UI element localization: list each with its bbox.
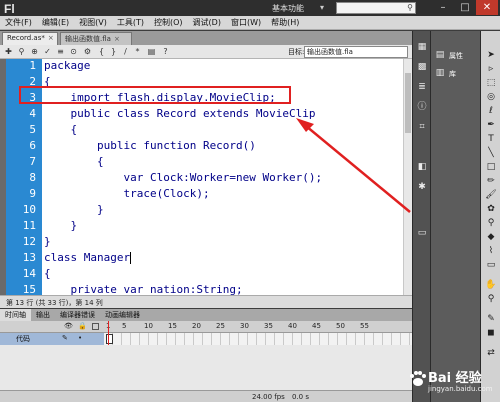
pencil-tool-icon[interactable]: ✏ — [484, 175, 498, 187]
fill-color-icon[interactable]: ◼ — [484, 327, 498, 339]
library-label[interactable]: 库 — [449, 69, 456, 79]
swap-colors-icon[interactable]: ⇄ — [484, 347, 498, 359]
timeline-tabs: 时间轴 输出 编译器错误 动画编辑器 — [0, 309, 412, 321]
components-icon[interactable]: ◧ — [415, 161, 429, 173]
brush-tool-icon[interactable]: 🖌 — [484, 189, 498, 201]
motion-presets-icon[interactable]: ✱ — [415, 181, 429, 193]
transform-icon[interactable]: ⌗ — [415, 121, 429, 133]
selection-tool-icon[interactable]: ➤ — [484, 49, 498, 61]
playhead[interactable] — [108, 321, 109, 347]
frame-number: 45 — [312, 322, 321, 330]
free-transform-tool-icon[interactable]: ⬚ — [484, 77, 498, 89]
bone-tool-icon[interactable]: ⚲ — [484, 217, 498, 229]
deco-tool-icon[interactable]: ✿ — [484, 203, 498, 215]
zoom-tool-icon[interactable]: ⚲ — [484, 293, 498, 305]
align-icon[interactable]: ≣ — [415, 81, 429, 93]
collapsed-panels: ▦ ▩ ≣ ⓘ ⌗ ◧ ✱ ▭ — [412, 31, 430, 402]
frame-number: 55 — [360, 322, 369, 330]
subselection-tool-icon[interactable]: ▹ — [484, 63, 498, 75]
properties-icon[interactable]: ▤ — [433, 49, 447, 61]
dot-icon[interactable]: • — [78, 334, 82, 342]
frame-number: 40 — [288, 322, 297, 330]
tab-output[interactable]: 输出 — [31, 309, 55, 321]
lasso-tool-icon[interactable]: ℓ — [484, 105, 498, 117]
outline-icon[interactable] — [92, 323, 99, 330]
hand-tool-icon[interactable]: ✋ — [484, 279, 498, 291]
frame-number: 10 — [144, 322, 153, 330]
project-icon[interactable]: ▭ — [415, 227, 429, 239]
pencil-icon: ✎ — [62, 334, 68, 342]
properties-library-dock: ▤ 属性 ▥ 库 — [430, 31, 480, 402]
frame-number: 30 — [240, 322, 249, 330]
info-icon[interactable]: ⓘ — [415, 101, 429, 113]
baidu-watermark: Bai 经验 jingyan.baidu.com — [406, 365, 498, 399]
timeline-empty-area — [0, 345, 412, 390]
tab-motion-editor[interactable]: 动画编辑器 — [100, 309, 145, 321]
eraser-tool-icon[interactable]: ▭ — [484, 259, 498, 271]
tools-panel: ➤ ▹ ⬚ ◎ ℓ ✒ T ╲ □ ✏ 🖌 ✿ ⚲ ◆ ⌇ ▭ ✋ ⚲ ✎ ◼ … — [480, 31, 500, 402]
layer-name: 代码 — [16, 335, 30, 343]
cursor-position: 第 13 行 (共 33 行)，第 14 列 — [6, 299, 103, 307]
library-icon[interactable]: ▥ — [433, 67, 447, 79]
frame-number: 20 — [192, 322, 201, 330]
frame-number: 5 — [122, 322, 127, 330]
stroke-color-icon[interactable]: ✎ — [484, 313, 498, 325]
3d-rotation-tool-icon[interactable]: ◎ — [484, 91, 498, 103]
color-icon[interactable]: ▦ — [415, 41, 429, 53]
timeline-frames[interactable] — [104, 333, 412, 345]
watermark-text: Bai 经验 — [428, 371, 482, 386]
tab-timeline[interactable]: 时间轴 — [0, 309, 31, 321]
frame-number: 35 — [264, 322, 273, 330]
timeline-layer-row[interactable]: 代码 ✎ • — [0, 333, 104, 345]
swatches-icon[interactable]: ▩ — [415, 61, 429, 73]
timeline-header: 👁 🔒 1 5 10 15 20 25 30 35 40 45 50 55 — [0, 321, 412, 333]
tab-compiler-errors[interactable]: 编译器错误 — [55, 309, 100, 321]
text-tool-icon[interactable]: T — [484, 133, 498, 145]
time-readout: 0.0 s — [292, 393, 310, 401]
frame-number: 25 — [216, 322, 225, 330]
eyedropper-tool-icon[interactable]: ⌇ — [484, 245, 498, 257]
watermark-url: jingyan.baidu.com — [428, 385, 493, 393]
editor-status-bar: 第 13 行 (共 33 行)，第 14 列 — [0, 295, 412, 308]
lock-icon[interactable]: 🔒 — [78, 322, 87, 330]
frame-number: 15 — [168, 322, 177, 330]
paint-bucket-tool-icon[interactable]: ◆ — [484, 231, 498, 243]
line-tool-icon[interactable]: ╲ — [484, 147, 498, 159]
timeline-footer: 24.00 fps 0.0 s — [0, 390, 412, 402]
fps-readout[interactable]: 24.00 fps — [252, 393, 285, 401]
frame-number: 50 — [336, 322, 345, 330]
rectangle-tool-icon[interactable]: □ — [484, 161, 498, 173]
pen-tool-icon[interactable]: ✒ — [484, 119, 498, 131]
eye-icon[interactable]: 👁 — [64, 322, 73, 330]
paw-logo-icon — [410, 371, 426, 386]
properties-label[interactable]: 属性 — [449, 51, 463, 61]
